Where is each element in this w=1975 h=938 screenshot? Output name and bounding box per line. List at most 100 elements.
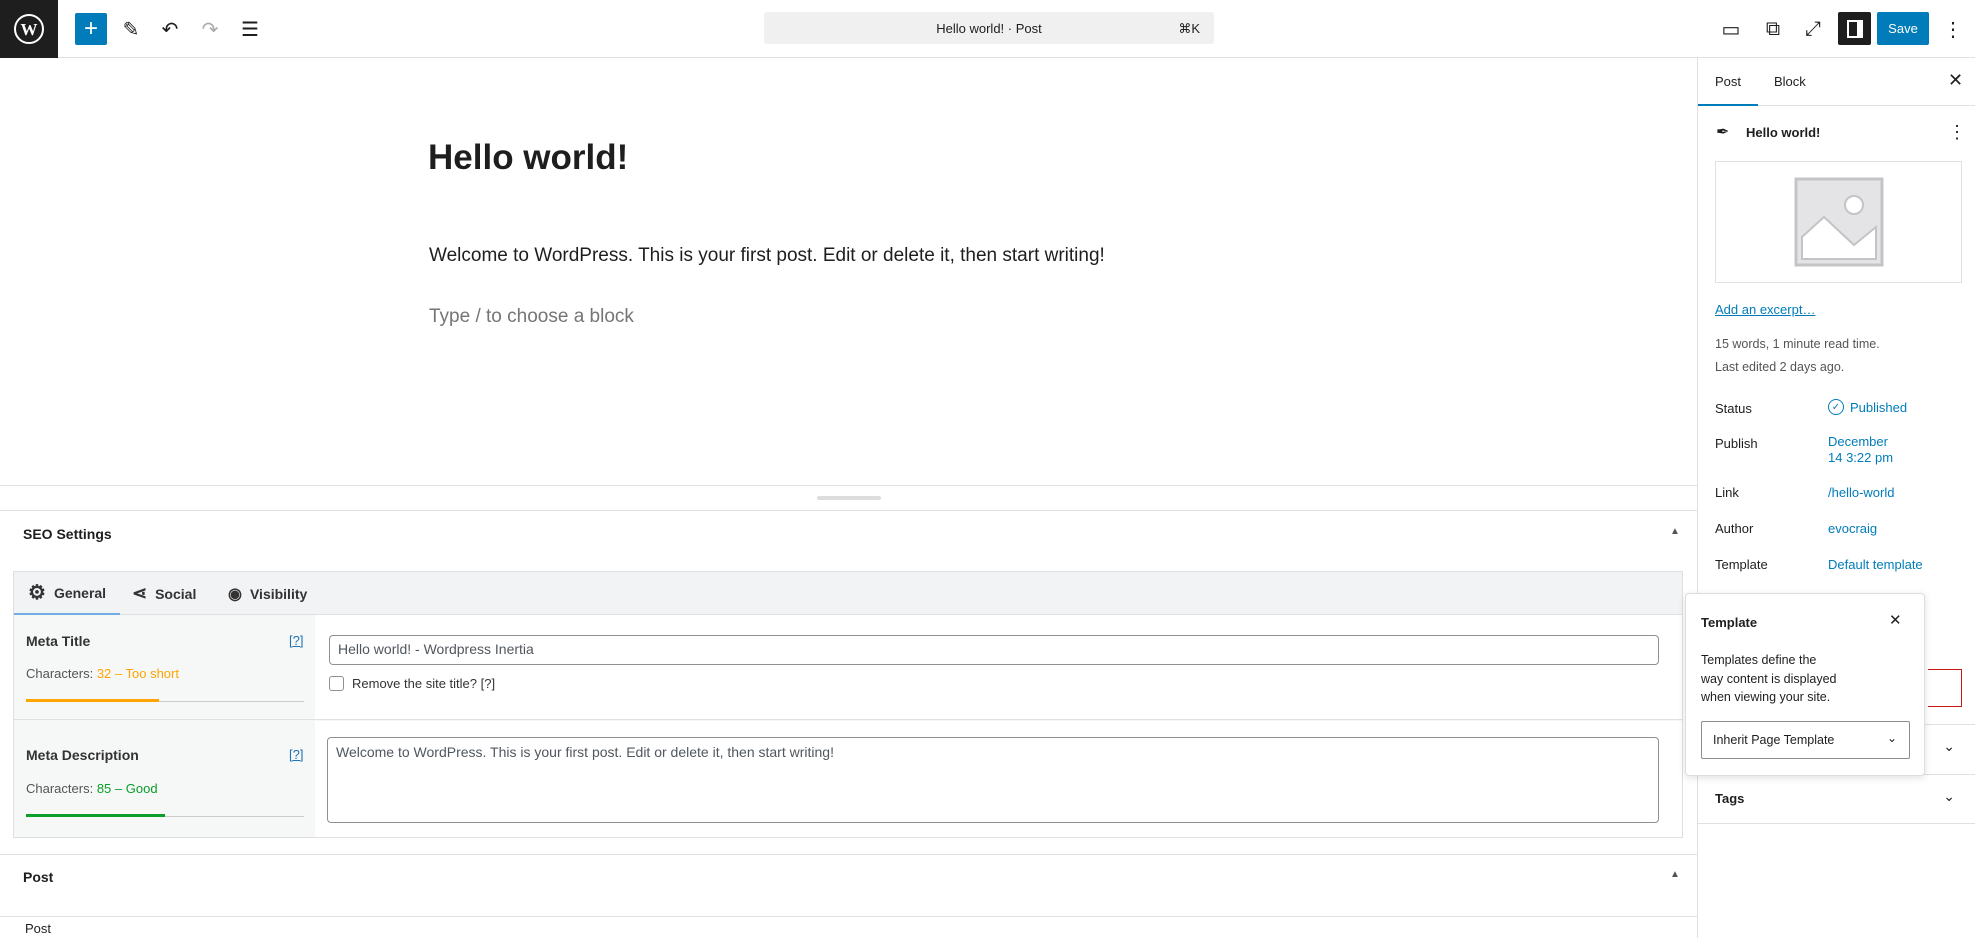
meta-title-field-area: Hello world! - Wordpress Inertia Remove … — [315, 615, 1682, 719]
status-label: Status — [1715, 401, 1752, 416]
featured-image[interactable] — [1715, 161, 1962, 283]
check-circle-icon: ✓ — [1828, 399, 1844, 415]
char-status: 32 – Too short — [96, 666, 179, 681]
block-placeholder[interactable]: Type / to choose a block — [429, 306, 634, 328]
status-text: Published — [1850, 399, 1908, 415]
popover-description: Templates define the way content is disp… — [1701, 653, 1837, 704]
template-select[interactable]: Inherit Page Template ⌄ — [1701, 721, 1910, 759]
post-panel-header[interactable]: Post — [23, 869, 53, 885]
post-title[interactable]: Hello world! — [428, 138, 628, 178]
seo-settings-header[interactable]: SEO Settings — [23, 526, 112, 542]
last-edited: Last edited 2 days ago. — [1715, 360, 1845, 374]
char-count: Characters: 85 – Good — [26, 781, 158, 796]
redo-icon[interactable]: ↷ — [194, 13, 226, 45]
close-icon[interactable]: ✕ — [1889, 611, 1902, 629]
pencil-icon[interactable]: ✎ — [115, 13, 147, 45]
char-count: Characters: 32 – Too short — [26, 666, 179, 681]
checkbox-label: Remove the site title? [?] — [352, 676, 496, 691]
template-label: Template — [1715, 557, 1768, 572]
collapse-icon[interactable]: ▲ — [1670, 526, 1680, 537]
tab-label: General — [53, 584, 107, 601]
seo-tabs: ⚙ General ⋖ Social ◉ Visibility — [14, 572, 1682, 615]
select-value: Inherit Page Template — [1713, 733, 1835, 747]
add-excerpt-link[interactable]: Add an excerpt… — [1715, 302, 1815, 317]
paragraph-block[interactable]: Welcome to WordPress. This is your first… — [429, 245, 1105, 267]
tags-panel-header[interactable]: Tags — [1715, 791, 1744, 806]
tab-visibility[interactable]: ◉ Visibility — [228, 572, 307, 615]
divider — [1698, 823, 1975, 824]
progress-fill — [26, 699, 160, 702]
divider — [0, 510, 1697, 511]
resize-handle[interactable] — [817, 496, 881, 500]
desktop-preview-icon[interactable]: ▭ — [1715, 13, 1747, 45]
sidebar-toggle-icon[interactable] — [1838, 12, 1871, 45]
error-box — [1928, 669, 1962, 707]
add-block-button[interactable]: + — [75, 13, 107, 45]
meta-title-input[interactable]: Hello world! - Wordpress Inertia — [329, 635, 1659, 665]
publish-label: Publish — [1715, 436, 1758, 451]
tab-label: Social — [155, 585, 197, 602]
document-title: Hello world! · Post — [936, 21, 1042, 36]
chevron-down-icon[interactable]: ⌄ — [1943, 738, 1955, 755]
meta-description-field-area: Welcome to WordPress. This is your first… — [315, 721, 1682, 837]
settings-sidebar: Post Block ✕ ✒ Hello world! ⋮ Add an exc… — [1697, 58, 1975, 938]
status-bar: Post — [0, 916, 1697, 938]
editor-canvas: Hello world! Welcome to WordPress. This … — [0, 58, 1697, 916]
author-value[interactable]: evocraig — [1828, 521, 1877, 536]
remove-site-title-checkbox[interactable]: Remove the site title? [?] — [329, 676, 495, 691]
tab-general[interactable]: ⚙ General — [14, 572, 120, 615]
progress-fill — [26, 814, 165, 817]
meta-description-textarea[interactable]: Welcome to WordPress. This is your first… — [327, 737, 1659, 823]
publish-value[interactable]: December 14 3:22 pm — [1828, 434, 1903, 466]
meta-title-label: Meta Title — [26, 633, 91, 649]
status-value[interactable]: ✓ Published — [1828, 399, 1907, 415]
seo-box: ⚙ General ⋖ Social ◉ Visibility Meta Title … — [13, 571, 1683, 838]
chevron-down-icon[interactable]: ⌄ — [1943, 788, 1955, 805]
collapse-icon[interactable]: ▲ — [1670, 869, 1680, 880]
external-link-icon[interactable]: ⧉ — [1757, 13, 1789, 45]
close-icon[interactable]: ✕ — [1948, 70, 1963, 91]
word-count: 15 words, 1 minute read time. — [1715, 337, 1880, 351]
progress-track — [26, 814, 304, 817]
help-link[interactable]: [?] — [289, 747, 303, 762]
more-vertical-icon[interactable]: ⋮ — [1948, 122, 1966, 143]
chevron-down-icon: ⌄ — [1886, 731, 1897, 745]
shortcut-hint: ⌘K — [1178, 21, 1200, 36]
tab-label: Visibility — [249, 585, 308, 602]
undo-icon[interactable]: ↶ — [154, 13, 186, 45]
share-icon: ⋖ — [132, 583, 148, 603]
link-label: Link — [1715, 485, 1739, 500]
wordpress-logo-icon[interactable]: W — [0, 0, 58, 58]
link-value[interactable]: /hello-world — [1828, 485, 1894, 500]
progress-track — [26, 699, 304, 702]
template-popover: Template ✕ Templates define the way cont… — [1685, 593, 1925, 776]
tab-post[interactable]: Post — [1698, 58, 1758, 106]
gear-icon: ⚙ — [28, 582, 46, 604]
sidebar-post-title: Hello world! — [1746, 125, 1821, 140]
post-feather-icon: ✒ — [1716, 124, 1730, 141]
command-palette-button[interactable]: Hello world! · Post ⌘K — [764, 12, 1214, 44]
checkbox[interactable] — [329, 676, 344, 691]
list-view-icon[interactable]: ☰ — [234, 13, 266, 45]
char-status: 85 – Good — [96, 781, 158, 796]
help-link[interactable]: [?] — [289, 633, 303, 648]
save-button[interactable]: Save — [1877, 12, 1929, 45]
eye-icon: ◉ — [228, 585, 242, 603]
meta-description-label: Meta Description — [26, 747, 139, 763]
top-toolbar: W + ✎ ↶ ↷ ☰ Hello world! · Post ⌘K ▭ ⧉ ⤢… — [0, 0, 1975, 58]
image-placeholder-icon — [1794, 177, 1883, 267]
divider — [0, 485, 1697, 486]
sidebar-tabs: Post Block ✕ — [1698, 58, 1975, 106]
tab-social[interactable]: ⋖ Social — [132, 572, 196, 615]
tab-block[interactable]: Block — [1774, 74, 1806, 89]
template-value[interactable]: Default template — [1828, 557, 1923, 572]
meta-description-row: Meta Description [?] Characters: 85 – Go… — [14, 721, 1682, 837]
fullscreen-icon[interactable]: ⤢ — [1797, 13, 1829, 45]
more-vertical-icon[interactable]: ⋮ — [1937, 13, 1969, 45]
svg-text:W: W — [21, 20, 38, 39]
breadcrumb[interactable]: Post — [25, 921, 51, 936]
popover-title: Template — [1701, 615, 1758, 630]
divider — [0, 854, 1697, 855]
author-label: Author — [1715, 521, 1754, 536]
meta-title-row: Meta Title [?] Characters: 32 – Too shor… — [14, 615, 1682, 720]
